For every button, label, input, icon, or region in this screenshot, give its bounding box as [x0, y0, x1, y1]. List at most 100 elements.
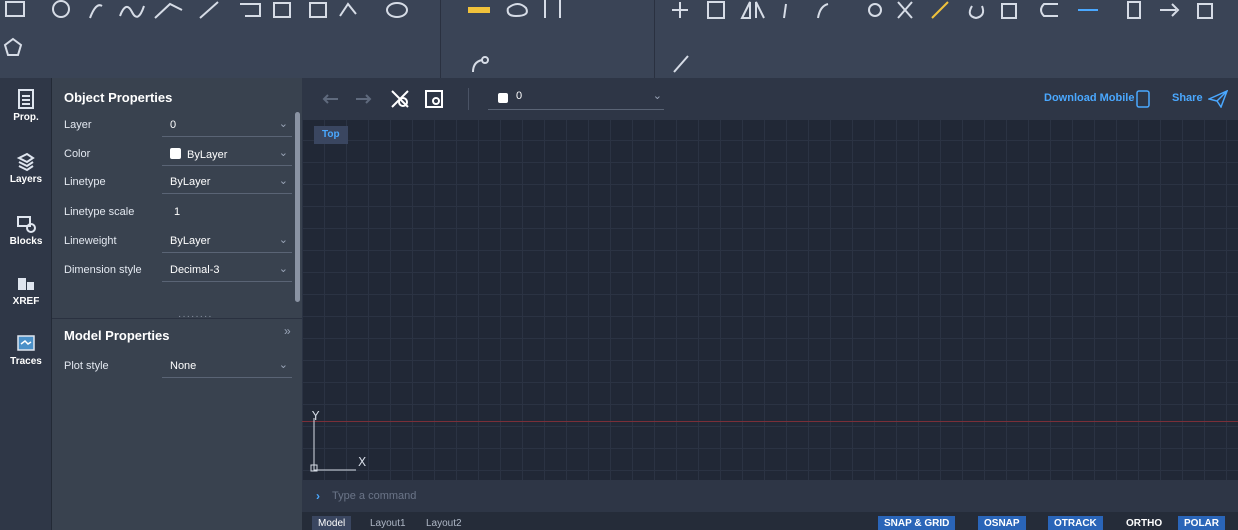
color-swatch: [170, 148, 181, 159]
osnap-toggle[interactable]: OSNAP: [978, 516, 1026, 530]
annotate-tools-group: [468, 0, 561, 73]
rail-item-traces[interactable]: Traces: [0, 332, 52, 388]
block-insert-icon[interactable]: [309, 2, 327, 18]
current-layer-dropdown[interactable]: 0 ⌄: [488, 86, 664, 110]
ortho-toggle[interactable]: ORTHO: [1120, 516, 1168, 530]
rotate-tool-icon[interactable]: [968, 5, 985, 20]
trim-tool-icon[interactable]: [897, 1, 913, 19]
rail-label: XREF: [12, 296, 40, 307]
leader-point-icon: [481, 56, 489, 64]
prop-label: Linetype scale: [64, 206, 135, 218]
draw-tools-group: [3, 0, 408, 56]
rail-label: Blocks: [9, 236, 43, 247]
hatch-edit-icon[interactable]: [240, 3, 261, 17]
array-tool-icon[interactable]: [1197, 3, 1213, 19]
color-dropdown[interactable]: ByLayer ⌄: [162, 144, 292, 166]
view-label-top[interactable]: Top: [314, 126, 348, 144]
arc-tool-icon[interactable]: [89, 4, 103, 19]
tab-layout2[interactable]: Layout2: [420, 516, 468, 530]
rail-item-xref[interactable]: XREF: [0, 272, 52, 328]
dimension-tool-icon[interactable]: [468, 7, 490, 13]
extend-tool-icon[interactable]: [1160, 3, 1180, 17]
offset-tool-icon[interactable]: [1040, 3, 1058, 17]
rectangle-tool-icon[interactable]: [5, 1, 25, 17]
chevron-down-icon: ⌄: [278, 263, 288, 275]
prop-label: Lineweight: [64, 235, 117, 247]
polyline-tool-icon[interactable]: [154, 2, 183, 19]
panel-resize-grip[interactable]: ········: [178, 311, 213, 322]
linetype-scale-input[interactable]: 1: [162, 202, 292, 224]
prop-value: 1: [174, 206, 181, 218]
mirror-tool-icon[interactable]: [740, 1, 765, 19]
chevron-down-icon: ⌄: [278, 147, 288, 159]
join-tool-icon[interactable]: [868, 3, 882, 17]
chamfer-tool-icon[interactable]: [817, 3, 829, 19]
polygon-tool-icon[interactable]: [3, 37, 23, 56]
prop-row-dimension-style: Dimension style Decimal-3 ⌄: [64, 260, 292, 284]
otrack-toggle[interactable]: OTRACK: [1048, 516, 1103, 530]
share-link[interactable]: Share: [1172, 92, 1203, 104]
ucs-x-label: X: [358, 455, 366, 469]
share-paper-plane-icon[interactable]: [1208, 90, 1228, 108]
mobile-phone-icon[interactable]: [1136, 90, 1150, 108]
chevron-down-icon: ⌄: [278, 359, 288, 371]
command-input[interactable]: Type a command: [332, 490, 416, 502]
polar-toggle[interactable]: POLAR: [1178, 516, 1225, 530]
lineweight-dropdown[interactable]: ByLayer ⌄: [162, 231, 292, 253]
line-tool-icon[interactable]: [199, 1, 219, 19]
move-tool-icon[interactable]: [672, 2, 688, 18]
rail-item-layers[interactable]: Layers: [0, 150, 52, 206]
rail-label: Prop.: [13, 112, 39, 123]
dimension-style-dropdown[interactable]: Decimal-3 ⌄: [162, 260, 292, 282]
layers-icon: [16, 152, 35, 172]
boundary-tool-icon[interactable]: [339, 2, 357, 17]
model-properties-title: Model Properties: [64, 328, 170, 343]
tab-layout1[interactable]: Layout1: [364, 516, 412, 530]
fillet-tool-icon[interactable]: [783, 3, 787, 19]
blocks-icon: [17, 216, 36, 233]
plot-style-dropdown[interactable]: None ⌄: [162, 356, 292, 378]
layer-dropdown[interactable]: 0 ⌄: [162, 115, 292, 137]
revcloud-tool-icon[interactable]: [506, 3, 528, 18]
tab-model[interactable]: Model: [312, 516, 352, 530]
rail-item-blocks[interactable]: Blocks: [0, 212, 52, 268]
copy-tool-icon[interactable]: [707, 1, 725, 19]
prop-row-color: Color ByLayer ⌄: [64, 144, 292, 168]
properties-scrollbar[interactable]: [295, 112, 300, 302]
xref-icon: [18, 278, 34, 290]
canvas-toolbar: 0 ⌄ Download Mobile Share: [302, 78, 1238, 120]
ellipse-tool-icon[interactable]: [386, 2, 408, 18]
spline-tool-icon[interactable]: [119, 5, 145, 18]
snap-grid-toggle[interactable]: SNAP & GRID: [878, 516, 956, 530]
prop-label: Layer: [64, 119, 92, 131]
command-line[interactable]: › Type a command: [302, 480, 1238, 512]
scale-tool-icon[interactable]: [1001, 3, 1017, 19]
prop-row-plot-style: Plot style None ⌄: [64, 356, 292, 380]
leader-tool-icon[interactable]: [472, 59, 483, 73]
zoom-extents-icon[interactable]: [388, 87, 412, 111]
download-mobile-link[interactable]: Download Mobile: [1044, 92, 1134, 104]
rail-item-properties[interactable]: Prop.: [0, 88, 52, 144]
properties-match-icon[interactable]: [1127, 1, 1141, 19]
pencil-tool-icon[interactable]: [931, 1, 949, 19]
rail-label: Traces: [10, 356, 42, 367]
redo-icon[interactable]: [350, 87, 374, 111]
table-tool-icon[interactable]: [544, 0, 561, 18]
layer-color-swatch: [498, 93, 508, 103]
ribbon-separator: [654, 0, 655, 78]
prop-row-lineweight: Lineweight ByLayer ⌄: [64, 231, 292, 255]
hatch-tool-icon[interactable]: [273, 2, 291, 18]
zoom-window-icon[interactable]: [422, 87, 446, 111]
undo-icon[interactable]: [320, 87, 344, 111]
circle-tool-icon[interactable]: [52, 0, 70, 18]
linetype-dropdown[interactable]: ByLayer ⌄: [162, 172, 292, 194]
chevron-down-icon: ⌄: [652, 90, 662, 102]
collapse-chevron-icon[interactable]: »: [284, 324, 291, 338]
drawing-canvas[interactable]: 0 ⌄ Download Mobile Share Top Y X › Type…: [302, 78, 1238, 530]
chevron-down-icon: ⌄: [278, 234, 288, 246]
layer-value: 0: [516, 90, 523, 102]
properties-panel: Object Properties Layer 0 ⌄ Color ByLayer…: [52, 78, 302, 530]
chevron-down-icon: ⌄: [278, 175, 288, 187]
explode-tool-icon[interactable]: [673, 55, 689, 73]
panel-divider: [52, 318, 302, 319]
